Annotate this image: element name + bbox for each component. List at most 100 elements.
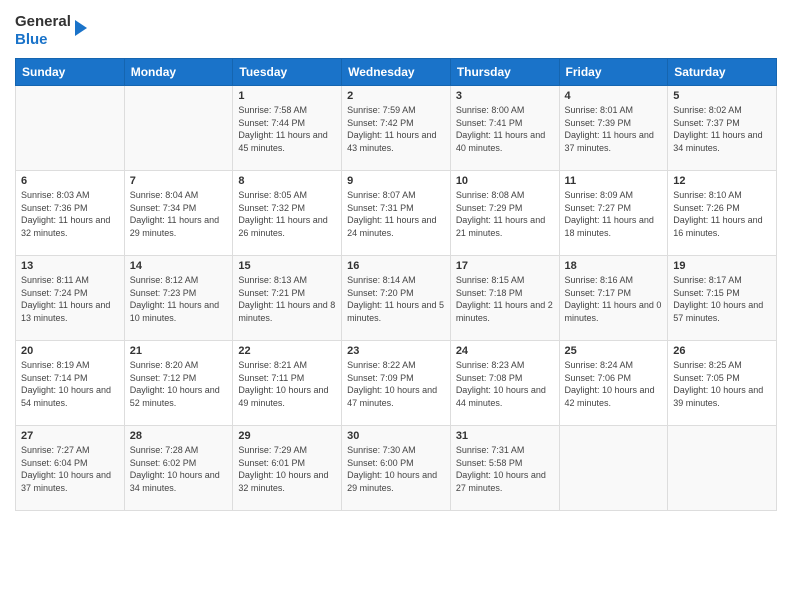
day-number: 15: [238, 260, 336, 272]
day-cell: 10 Sunrise: 8:08 AM Sunset: 7:29 PM Dayli…: [450, 171, 559, 256]
day-number: 10: [456, 175, 554, 187]
day-number: 17: [456, 260, 554, 272]
day-number: 4: [565, 90, 663, 102]
week-row-5: 27 Sunrise: 7:27 AM Sunset: 6:04 PM Dayli…: [16, 426, 777, 511]
week-row-1: 1Sunrise: 7:58 AM Sunset: 7:44 PM Daylig…: [16, 86, 777, 171]
svg-text:Blue: Blue: [15, 31, 48, 48]
day-number: 26: [673, 345, 771, 357]
day-number: 22: [238, 345, 336, 357]
day-number: 25: [565, 345, 663, 357]
day-info: Sunrise: 8:07 AM Sunset: 7:31 PM Dayligh…: [347, 189, 445, 239]
day-info: Sunrise: 8:10 AM Sunset: 7:26 PM Dayligh…: [673, 189, 771, 239]
day-cell: 26 Sunrise: 8:25 AM Sunset: 7:05 PM Dayli…: [668, 341, 777, 426]
day-cell: 7Sunrise: 8:04 AM Sunset: 7:34 PM Daylig…: [124, 171, 233, 256]
day-info: Sunrise: 8:12 AM Sunset: 7:23 PM Dayligh…: [130, 274, 228, 324]
day-number: 23: [347, 345, 445, 357]
header-cell-tuesday: Tuesday: [233, 59, 342, 86]
day-cell: 1Sunrise: 7:58 AM Sunset: 7:44 PM Daylig…: [233, 86, 342, 171]
day-info: Sunrise: 8:09 AM Sunset: 7:27 PM Dayligh…: [565, 189, 663, 239]
day-info: Sunrise: 8:17 AM Sunset: 7:15 PM Dayligh…: [673, 274, 771, 324]
day-number: 30: [347, 430, 445, 442]
day-cell: [559, 426, 668, 511]
day-info: Sunrise: 8:02 AM Sunset: 7:37 PM Dayligh…: [673, 104, 771, 154]
day-info: Sunrise: 8:23 AM Sunset: 7:08 PM Dayligh…: [456, 359, 554, 409]
header-cell-friday: Friday: [559, 59, 668, 86]
day-cell: 30 Sunrise: 7:30 AM Sunset: 6:00 PM Dayli…: [342, 426, 451, 511]
day-info: Sunrise: 8:15 AM Sunset: 7:18 PM Dayligh…: [456, 274, 554, 324]
day-info: Sunrise: 7:30 AM Sunset: 6:00 PM Dayligh…: [347, 444, 445, 494]
day-cell: 21 Sunrise: 8:20 AM Sunset: 7:12 PM Dayli…: [124, 341, 233, 426]
day-number: 12: [673, 175, 771, 187]
day-info: Sunrise: 7:29 AM Sunset: 6:01 PM Dayligh…: [238, 444, 336, 494]
day-info: Sunrise: 8:13 AM Sunset: 7:21 PM Dayligh…: [238, 274, 336, 324]
day-cell: 19 Sunrise: 8:17 AM Sunset: 7:15 PM Dayli…: [668, 256, 777, 341]
day-cell: [124, 86, 233, 171]
day-number: 27: [21, 430, 119, 442]
day-info: Sunrise: 8:24 AM Sunset: 7:06 PM Dayligh…: [565, 359, 663, 409]
header-cell-sunday: Sunday: [16, 59, 125, 86]
day-number: 3: [456, 90, 554, 102]
logo-svg: GeneralBlue: [15, 10, 95, 50]
day-cell: 9 Sunrise: 8:07 AM Sunset: 7:31 PM Daylig…: [342, 171, 451, 256]
day-cell: [668, 426, 777, 511]
week-row-3: 13 Sunrise: 8:11 AM Sunset: 7:24 PM Dayli…: [16, 256, 777, 341]
day-cell: 29 Sunrise: 7:29 AM Sunset: 6:01 PM Dayli…: [233, 426, 342, 511]
day-info: Sunrise: 7:31 AM Sunset: 5:58 PM Dayligh…: [456, 444, 554, 494]
day-number: 16: [347, 260, 445, 272]
day-info: Sunrise: 8:04 AM Sunset: 7:34 PM Dayligh…: [130, 189, 228, 239]
header-cell-saturday: Saturday: [668, 59, 777, 86]
day-cell: 12 Sunrise: 8:10 AM Sunset: 7:26 PM Dayli…: [668, 171, 777, 256]
day-cell: 2 Sunrise: 7:59 AM Sunset: 7:42 PM Daylig…: [342, 86, 451, 171]
day-info: Sunrise: 7:28 AM Sunset: 6:02 PM Dayligh…: [130, 444, 228, 494]
header-cell-monday: Monday: [124, 59, 233, 86]
header-cell-thursday: Thursday: [450, 59, 559, 86]
day-cell: 31Sunrise: 7:31 AM Sunset: 5:58 PM Dayli…: [450, 426, 559, 511]
day-cell: [16, 86, 125, 171]
day-info: Sunrise: 8:05 AM Sunset: 7:32 PM Dayligh…: [238, 189, 336, 239]
day-number: 18: [565, 260, 663, 272]
day-cell: 25 Sunrise: 8:24 AM Sunset: 7:06 PM Dayli…: [559, 341, 668, 426]
page: GeneralBlue SundayMondayTuesdayWednesday…: [0, 0, 792, 612]
day-info: Sunrise: 8:16 AM Sunset: 7:17 PM Dayligh…: [565, 274, 663, 324]
day-cell: 14 Sunrise: 8:12 AM Sunset: 7:23 PM Dayli…: [124, 256, 233, 341]
week-row-2: 6Sunrise: 8:03 AM Sunset: 7:36 PM Daylig…: [16, 171, 777, 256]
day-cell: 18 Sunrise: 8:16 AM Sunset: 7:17 PM Dayli…: [559, 256, 668, 341]
day-cell: 6Sunrise: 8:03 AM Sunset: 7:36 PM Daylig…: [16, 171, 125, 256]
day-number: 9: [347, 175, 445, 187]
day-info: Sunrise: 8:14 AM Sunset: 7:20 PM Dayligh…: [347, 274, 445, 324]
day-number: 14: [130, 260, 228, 272]
header-cell-wednesday: Wednesday: [342, 59, 451, 86]
day-cell: 11 Sunrise: 8:09 AM Sunset: 7:27 PM Dayli…: [559, 171, 668, 256]
day-cell: 22Sunrise: 8:21 AM Sunset: 7:11 PM Dayli…: [233, 341, 342, 426]
day-info: Sunrise: 8:22 AM Sunset: 7:09 PM Dayligh…: [347, 359, 445, 409]
day-cell: 17 Sunrise: 8:15 AM Sunset: 7:18 PM Dayli…: [450, 256, 559, 341]
day-number: 6: [21, 175, 119, 187]
day-number: 2: [347, 90, 445, 102]
day-cell: 20Sunrise: 8:19 AM Sunset: 7:14 PM Dayli…: [16, 341, 125, 426]
day-number: 8: [238, 175, 336, 187]
day-number: 13: [21, 260, 119, 272]
day-info: Sunrise: 8:01 AM Sunset: 7:39 PM Dayligh…: [565, 104, 663, 154]
day-info: Sunrise: 7:59 AM Sunset: 7:42 PM Dayligh…: [347, 104, 445, 154]
day-info: Sunrise: 7:27 AM Sunset: 6:04 PM Dayligh…: [21, 444, 119, 494]
day-cell: 24Sunrise: 8:23 AM Sunset: 7:08 PM Dayli…: [450, 341, 559, 426]
day-info: Sunrise: 8:25 AM Sunset: 7:05 PM Dayligh…: [673, 359, 771, 409]
day-number: 21: [130, 345, 228, 357]
header: GeneralBlue: [15, 10, 777, 50]
day-cell: 3 Sunrise: 8:00 AM Sunset: 7:41 PM Daylig…: [450, 86, 559, 171]
day-number: 11: [565, 175, 663, 187]
day-info: Sunrise: 8:20 AM Sunset: 7:12 PM Dayligh…: [130, 359, 228, 409]
day-number: 5: [673, 90, 771, 102]
day-info: Sunrise: 8:11 AM Sunset: 7:24 PM Dayligh…: [21, 274, 119, 324]
day-info: Sunrise: 8:08 AM Sunset: 7:29 PM Dayligh…: [456, 189, 554, 239]
day-cell: 13 Sunrise: 8:11 AM Sunset: 7:24 PM Dayli…: [16, 256, 125, 341]
day-number: 29: [238, 430, 336, 442]
day-info: Sunrise: 7:58 AM Sunset: 7:44 PM Dayligh…: [238, 104, 336, 154]
week-row-4: 20Sunrise: 8:19 AM Sunset: 7:14 PM Dayli…: [16, 341, 777, 426]
day-number: 19: [673, 260, 771, 272]
day-cell: 5 Sunrise: 8:02 AM Sunset: 7:37 PM Daylig…: [668, 86, 777, 171]
day-cell: 4 Sunrise: 8:01 AM Sunset: 7:39 PM Daylig…: [559, 86, 668, 171]
day-cell: 23 Sunrise: 8:22 AM Sunset: 7:09 PM Dayli…: [342, 341, 451, 426]
day-info: Sunrise: 8:00 AM Sunset: 7:41 PM Dayligh…: [456, 104, 554, 154]
day-number: 20: [21, 345, 119, 357]
